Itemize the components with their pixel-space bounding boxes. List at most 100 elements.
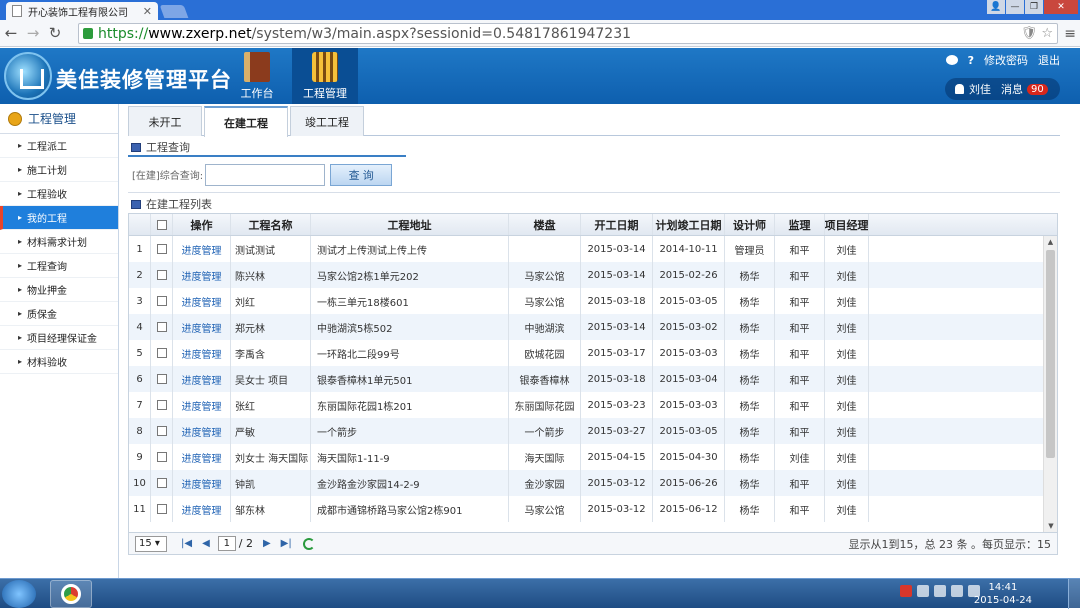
show-desktop-button[interactable]	[1068, 579, 1080, 609]
sidebar-item-manager-deposit[interactable]: ▸ 项目经理保证金	[0, 326, 118, 350]
sidebar-item-acceptance[interactable]: ▸ 工程验收	[0, 182, 118, 206]
col-estate[interactable]: 楼盘	[509, 214, 581, 235]
module-project-management[interactable]: 工程管理	[292, 48, 358, 104]
change-password-link[interactable]: 修改密码	[984, 52, 1028, 68]
next-page-icon[interactable]: ▶	[263, 538, 271, 549]
progress-manage-link[interactable]: 进度管理	[173, 340, 231, 366]
table-row[interactable]: 3 进度管理 刘红 一栋三单元18楼601 马家公馆 2015-03-18 2015-03-…	[129, 288, 1057, 314]
current-page-input[interactable]: 1	[217, 536, 236, 551]
row-checkbox[interactable]	[151, 366, 173, 392]
row-checkbox[interactable]	[151, 314, 173, 340]
table-row[interactable]: 10 进度管理 钟凯 金沙路金沙家园14-2-9 金沙家园 2015-03-12 2015-…	[129, 470, 1057, 496]
col-project-address[interactable]: 工程地址	[311, 214, 509, 235]
table-row[interactable]: 4 进度管理 郑元林 中驰湖滨5栋502 中驰湖滨 2015-03-14 2015-03-0…	[129, 314, 1057, 340]
table-row[interactable]: 2 进度管理 陈兴林 马家公馆2栋1单元202 马家公馆 2015-03-14 2015-0…	[129, 262, 1057, 288]
messages-link[interactable]: 消息	[1001, 81, 1023, 97]
scroll-thumb[interactable]	[1046, 250, 1055, 458]
flag-icon[interactable]	[951, 585, 963, 597]
col-project-name[interactable]: 工程名称	[231, 214, 311, 235]
progress-manage-link[interactable]: 进度管理	[173, 288, 231, 314]
col-operation[interactable]: 操作	[173, 214, 231, 235]
progress-manage-link[interactable]: 进度管理	[173, 496, 231, 522]
tab-under-construction[interactable]: 在建工程	[204, 106, 288, 137]
row-checkbox[interactable]	[151, 340, 173, 366]
table-row[interactable]: 5 进度管理 李禹含 一环路北二段99号 欧城花园 2015-03-17 2015-03-0…	[129, 340, 1057, 366]
col-planned-end-date[interactable]: 计划竣工日期	[653, 214, 725, 235]
col-designer[interactable]: 设计师	[725, 214, 775, 235]
sidebar-item-dispatch[interactable]: ▸ 工程派工	[0, 134, 118, 158]
table-row[interactable]: 6 进度管理 吴女士 项目 银泰香樟林1单元501 银泰香樟林 2015-03-18 201…	[129, 366, 1057, 392]
table-row[interactable]: 9 进度管理 刘女士 海天国际 海天国际1-11-9 海天国际 2015-04-15 201…	[129, 444, 1057, 470]
address-bar[interactable]: https:// www.zxerp.net /system/w3/main.a…	[78, 23, 1058, 44]
table-row[interactable]: 8 进度管理 严敏 一个箭步 一个箭步 2015-03-27 2015-03-05 杨华 和平刘…	[129, 418, 1057, 444]
col-project-manager[interactable]: 项目经理	[825, 214, 869, 235]
col-start-date[interactable]: 开工日期	[581, 214, 653, 235]
row-checkbox[interactable]	[151, 236, 173, 262]
row-checkbox[interactable]	[151, 470, 173, 496]
first-page-icon[interactable]: |◀	[181, 538, 192, 549]
clock[interactable]: 14:41 2015-04-24	[974, 581, 1032, 607]
vertical-scrollbar[interactable]: ▲ ▼	[1043, 236, 1057, 532]
chrome-taskbar-button[interactable]	[50, 580, 92, 608]
close-window-icon[interactable]: ✕	[1044, 0, 1078, 14]
reload-icon[interactable]: ↻	[44, 24, 66, 42]
bookmark-star-icon[interactable]: 🛡 ☆	[1021, 26, 1053, 41]
sidebar-item-construction-plan[interactable]: ▸ 施工计划	[0, 158, 118, 182]
sidebar-item-warranty[interactable]: ▸ 质保金	[0, 302, 118, 326]
select-all-checkbox[interactable]	[151, 214, 173, 235]
sidebar-item-project-query[interactable]: ▸ 工程查询	[0, 254, 118, 278]
browser-menu-icon[interactable]: ≡	[1064, 26, 1076, 42]
scroll-up-icon[interactable]: ▲	[1044, 236, 1057, 248]
collapse-icon[interactable]	[8, 111, 22, 126]
help-icon[interactable]: ?	[968, 54, 974, 67]
last-page-icon[interactable]: ▶|	[281, 538, 292, 549]
start-button-icon[interactable]	[2, 580, 36, 608]
tab-completed[interactable]: 竣工工程	[290, 106, 364, 136]
row-checkbox[interactable]	[151, 288, 173, 314]
sidebar-item-material-acceptance[interactable]: ▸ 材料验收	[0, 350, 118, 374]
logout-link[interactable]: 退出	[1038, 52, 1060, 68]
restore-icon[interactable]: ❐	[1025, 0, 1043, 14]
prev-page-icon[interactable]: ◀	[202, 538, 210, 549]
sidebar-item-my-projects[interactable]: ▸ 我的工程	[0, 206, 118, 230]
progress-manage-link[interactable]: 进度管理	[173, 470, 231, 496]
sidebar-item-material-plan[interactable]: ▸ 材料需求计划	[0, 230, 118, 254]
module-workbench[interactable]: 工作台	[224, 48, 290, 104]
sidebar-item-property-deposit[interactable]: ▸ 物业押金	[0, 278, 118, 302]
table-row[interactable]: 7 进度管理 张红 东丽国际花园1栋201 东丽国际花园 2015-03-23 2015-0…	[129, 392, 1057, 418]
tray-arrow-icon[interactable]	[917, 585, 929, 597]
new-tab-button[interactable]	[159, 5, 189, 18]
tab-not-started[interactable]: 未开工	[128, 106, 202, 136]
minimize-icon[interactable]: —	[1006, 0, 1024, 14]
row-checkbox[interactable]	[151, 418, 173, 444]
progress-manage-link[interactable]: 进度管理	[173, 444, 231, 470]
progress-manage-link[interactable]: 进度管理	[173, 262, 231, 288]
row-checkbox[interactable]	[151, 496, 173, 522]
progress-manage-link[interactable]: 进度管理	[173, 392, 231, 418]
row-checkbox[interactable]	[151, 262, 173, 288]
page-size-select[interactable]: 15 ▾	[135, 535, 167, 552]
user-name[interactable]: 刘佳	[969, 81, 991, 97]
back-icon[interactable]: ←	[0, 24, 22, 42]
row-checkbox[interactable]	[151, 444, 173, 470]
browser-tab[interactable]: 开心装饰工程有限公司 ✕	[6, 2, 158, 20]
row-checkbox[interactable]	[151, 392, 173, 418]
table-row[interactable]: 11 进度管理 邹东林 成都市通锦桥路马家公馆2栋901 马家公馆 2015-03-12 2…	[129, 496, 1057, 522]
close-tab-icon[interactable]: ✕	[143, 5, 152, 18]
forward-icon[interactable]: →	[22, 24, 44, 42]
scroll-down-icon[interactable]: ▼	[1044, 520, 1057, 532]
progress-manage-link[interactable]: 进度管理	[173, 314, 231, 340]
progress-manage-link[interactable]: 进度管理	[173, 236, 231, 262]
query-button[interactable]: 查 询	[330, 163, 393, 186]
chat-icon[interactable]	[945, 55, 958, 65]
progress-manage-link[interactable]: 进度管理	[173, 418, 231, 444]
table-row[interactable]: 1 进度管理 测试测试 测试才上传测试上传上传 2015-03-14 2014-10-11…	[129, 236, 1057, 262]
progress-manage-link[interactable]: 进度管理	[173, 366, 231, 392]
input-method-icon[interactable]	[900, 585, 912, 597]
sidebar-header[interactable]: 工程管理	[0, 104, 118, 134]
messages-count-badge[interactable]: 90	[1027, 83, 1048, 95]
col-supervisor[interactable]: 监理	[775, 214, 825, 235]
user-profile-icon[interactable]: 👤	[987, 0, 1005, 14]
network-icon[interactable]	[934, 585, 946, 597]
refresh-icon[interactable]	[302, 537, 315, 550]
